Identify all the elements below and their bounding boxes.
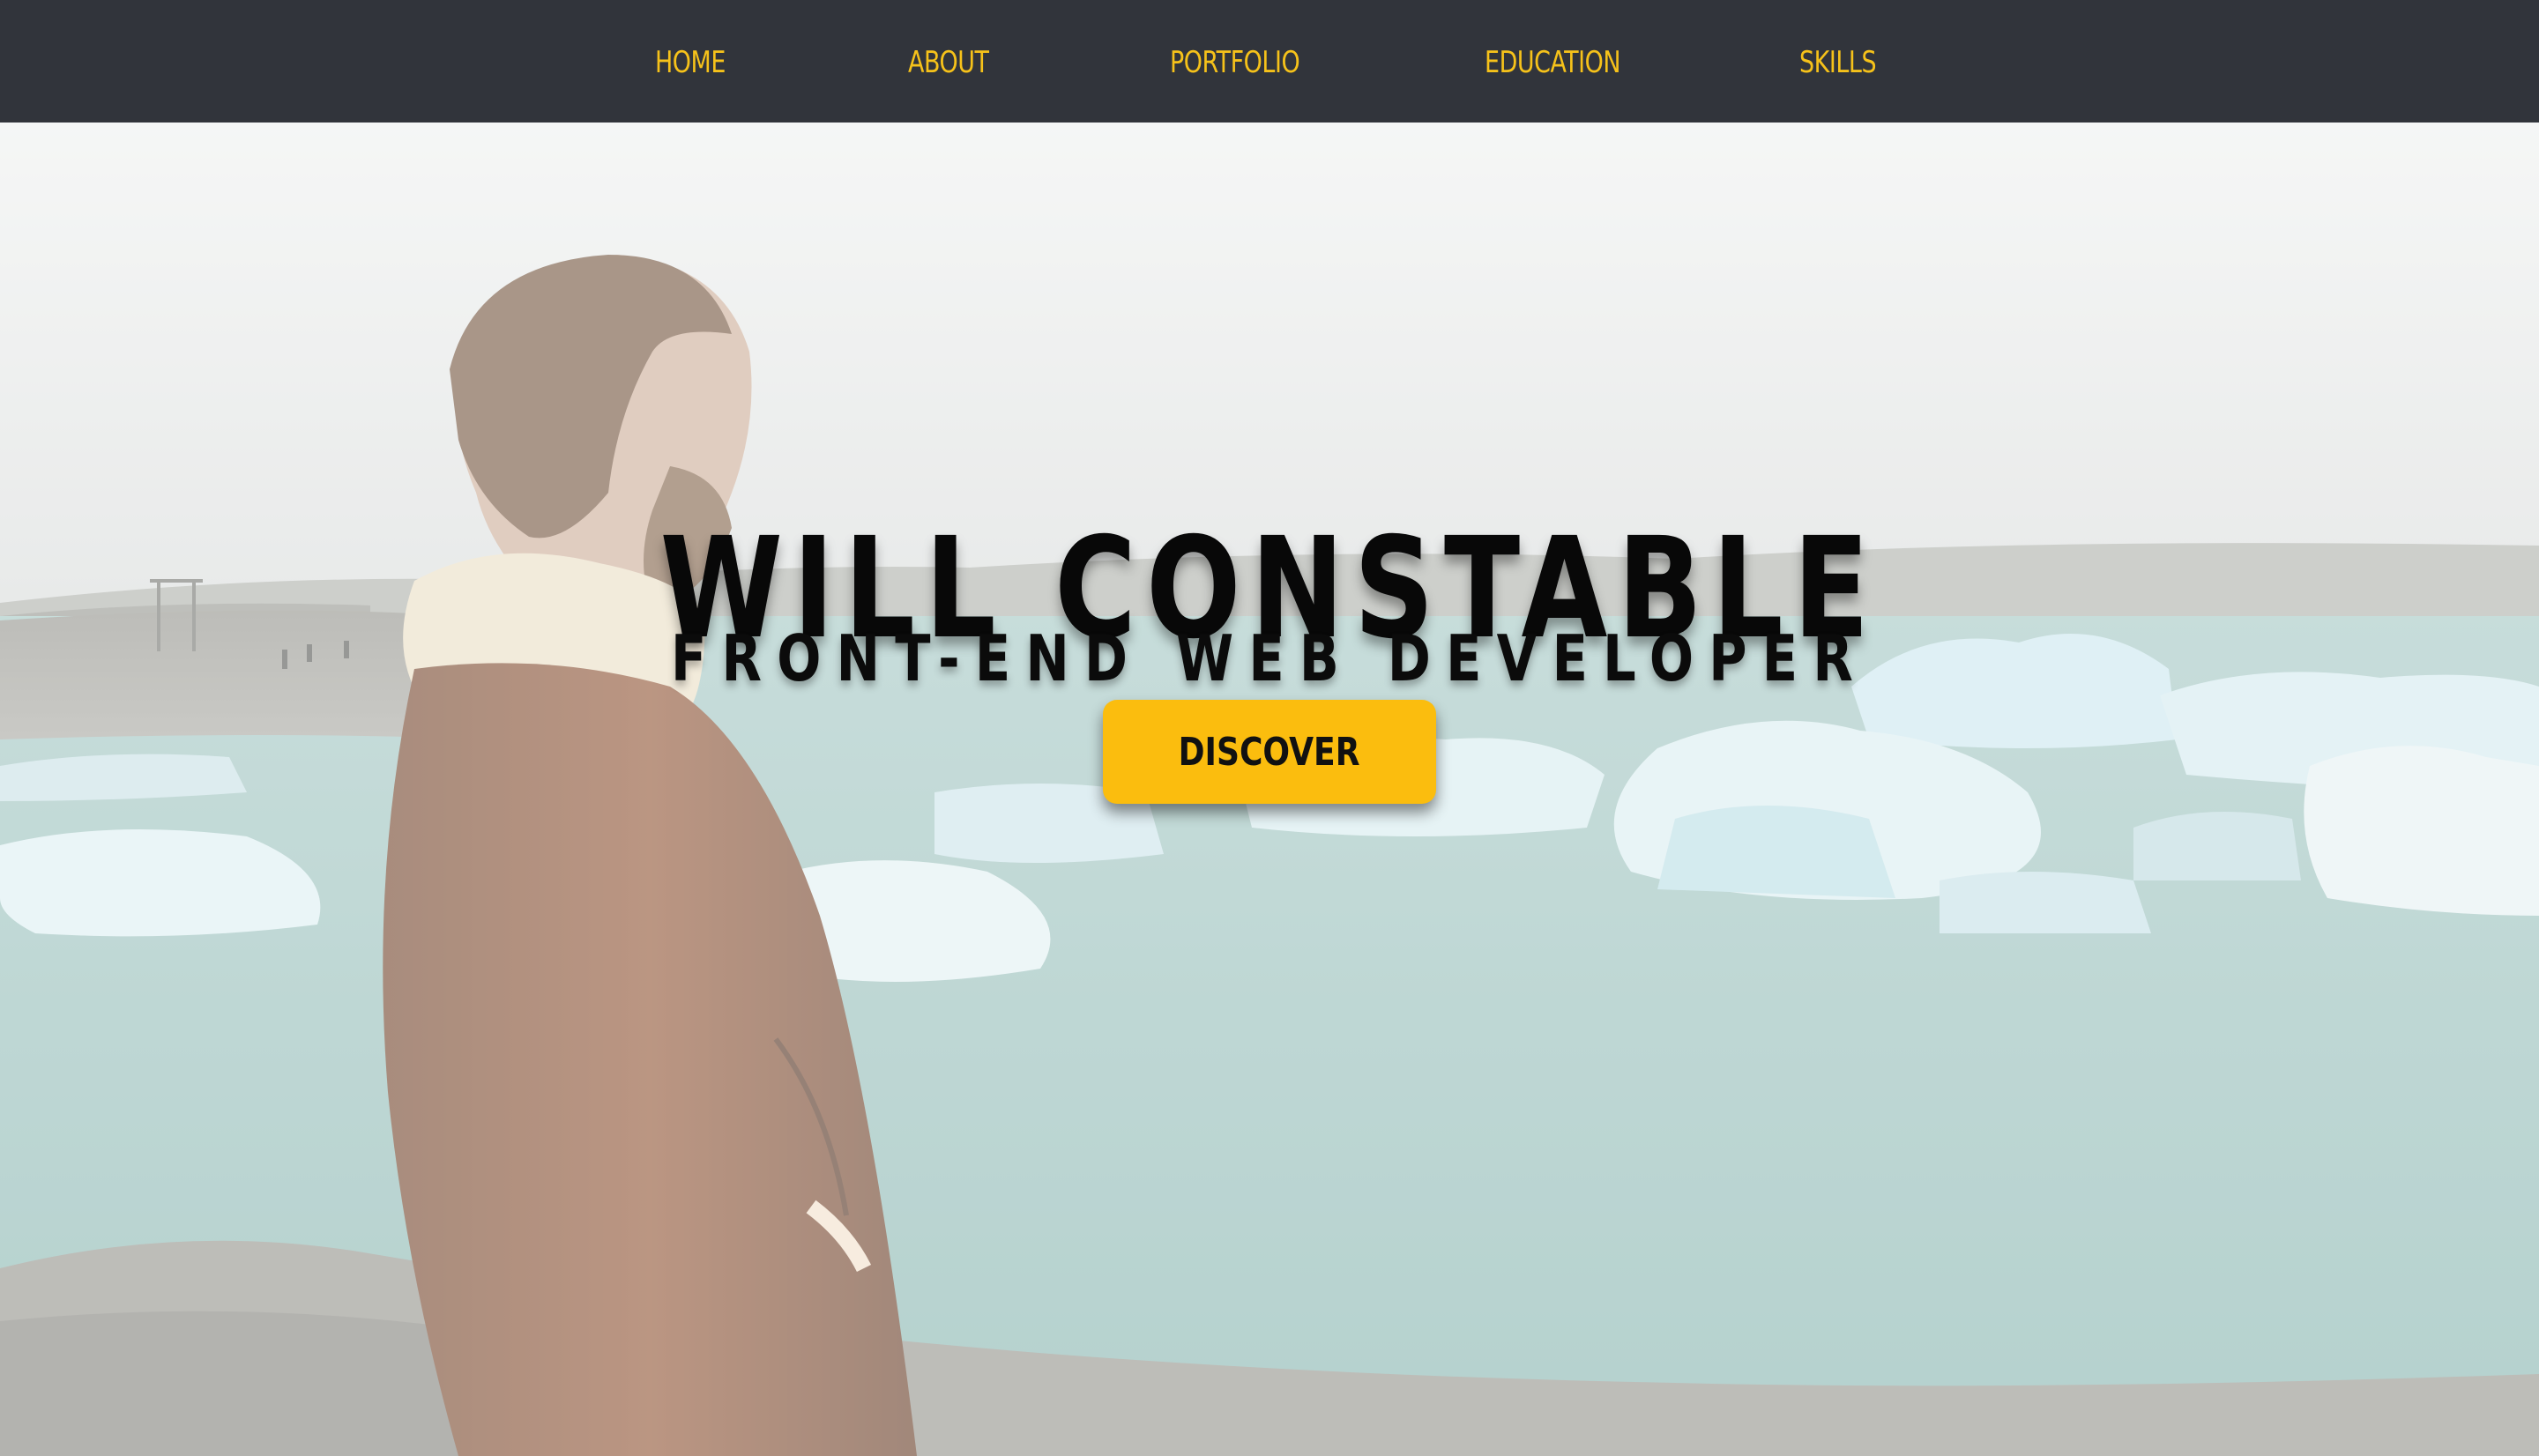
discover-button-label: DISCOVER [1179,729,1360,775]
nav-item-portfolio[interactable]: PORTFOLIO [1170,41,1300,85]
hero-subtitle: FRONT-END WEB DEVELOPER [671,620,1868,695]
nav-item-about[interactable]: ABOUT [908,41,989,85]
page: HOME ABOUT PORTFOLIO EDUCATION SKILLS WI… [0,0,2539,1456]
nav-item-education[interactable]: EDUCATION [1485,41,1620,85]
top-navbar: HOME ABOUT PORTFOLIO EDUCATION SKILLS [0,0,2539,123]
nav-item-skills[interactable]: SKILLS [1799,41,1877,85]
discover-button[interactable]: DISCOVER [1103,700,1436,804]
nav-item-home[interactable]: HOME [655,41,726,85]
